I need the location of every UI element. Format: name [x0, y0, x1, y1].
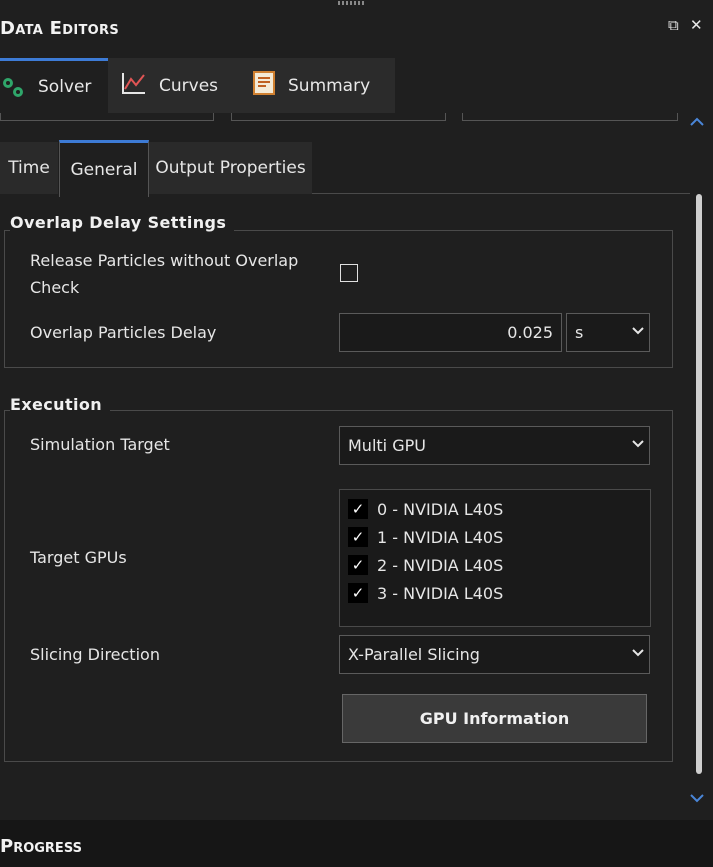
- gpu-item-label: 1 - NVIDIA L40S: [377, 527, 504, 547]
- tab-curves[interactable]: Curves: [121, 58, 218, 113]
- chevron-down-icon: [627, 438, 649, 453]
- simulation-target-select[interactable]: Multi GPU: [339, 426, 650, 465]
- target-gpus-label: Target GPUs: [30, 548, 127, 567]
- checkbox-checked-icon[interactable]: ✓: [348, 583, 368, 603]
- progress-title: Progress: [0, 836, 82, 857]
- chevron-down-icon: [627, 647, 649, 662]
- tab-output-properties-label: Output Properties: [155, 158, 306, 178]
- scrollbar-thumb[interactable]: [696, 194, 702, 774]
- slicing-direction-select[interactable]: X-Parallel Slicing: [339, 635, 650, 674]
- tab-baseline: [312, 193, 690, 194]
- tab-solver-label: Solver: [38, 77, 92, 97]
- tab-solver[interactable]: Solver: [0, 58, 108, 113]
- gpu-item-label: 3 - NVIDIA L40S: [377, 583, 504, 603]
- overlap-delay-value: 0.025: [507, 323, 553, 342]
- clipped-row-edge: [462, 113, 678, 121]
- gpu-item[interactable]: ✓ 3 - NVIDIA L40S: [340, 579, 650, 607]
- simulation-target-value: Multi GPU: [348, 436, 426, 455]
- slicing-direction-value: X-Parallel Slicing: [348, 645, 480, 664]
- gears-icon: [0, 74, 26, 100]
- delay-unit-value: s: [575, 323, 584, 342]
- gpu-item-label: 2 - NVIDIA L40S: [377, 555, 504, 575]
- clipped-row-edge: [231, 113, 446, 121]
- target-gpus-list: ✓ 0 - NVIDIA L40S ✓ 1 - NVIDIA L40S ✓ 2 …: [339, 489, 651, 627]
- checkbox-checked-icon[interactable]: ✓: [348, 499, 368, 519]
- gpu-item[interactable]: ✓ 2 - NVIDIA L40S: [340, 551, 650, 579]
- tab-time[interactable]: Time: [0, 142, 58, 194]
- tab-summary-label: Summary: [288, 75, 371, 96]
- close-icon[interactable]: ✕: [690, 16, 703, 34]
- gpu-item[interactable]: ✓ 0 - NVIDIA L40S: [340, 495, 650, 523]
- simulation-target-label: Simulation Target: [30, 435, 170, 454]
- tab-general[interactable]: General: [59, 140, 149, 197]
- gpu-item[interactable]: ✓ 1 - NVIDIA L40S: [340, 523, 650, 551]
- tab-summary[interactable]: Summary: [252, 58, 370, 113]
- overlap-delay-label: Overlap Particles Delay: [30, 323, 217, 342]
- release-particles-checkbox[interactable]: [340, 264, 358, 282]
- tab-time-label: Time: [8, 158, 50, 178]
- gpu-item-label: 0 - NVIDIA L40S: [377, 499, 504, 519]
- document-icon: [252, 71, 276, 100]
- line-chart-icon: [121, 71, 147, 100]
- drag-handle[interactable]: [338, 1, 364, 5]
- gpu-information-button[interactable]: GPU Information: [342, 694, 647, 743]
- tab-general-label: General: [70, 160, 138, 180]
- clipped-row-edge: [0, 113, 214, 121]
- progress-panel-header: [0, 820, 713, 867]
- overlap-delay-input[interactable]: 0.025: [339, 313, 562, 352]
- execution-title: Execution: [10, 395, 111, 414]
- checkbox-checked-icon[interactable]: ✓: [348, 555, 368, 575]
- overlap-delay-title: Overlap Delay Settings: [10, 213, 235, 232]
- gpu-information-label: GPU Information: [419, 709, 570, 728]
- release-particles-label: Release Particles without Overlap Check: [30, 251, 299, 297]
- delay-unit-select[interactable]: s: [566, 313, 650, 352]
- slicing-direction-label: Slicing Direction: [30, 645, 160, 664]
- restore-icon[interactable]: ⧉: [668, 16, 679, 34]
- panel-title: Data Editors: [0, 18, 119, 39]
- tab-curves-label: Curves: [159, 75, 219, 96]
- scroll-up-icon[interactable]: [688, 116, 706, 132]
- checkbox-checked-icon[interactable]: ✓: [348, 527, 368, 547]
- chevron-down-icon: [627, 325, 649, 340]
- scroll-down-icon[interactable]: [688, 792, 706, 808]
- tab-output-properties[interactable]: Output Properties: [149, 142, 312, 194]
